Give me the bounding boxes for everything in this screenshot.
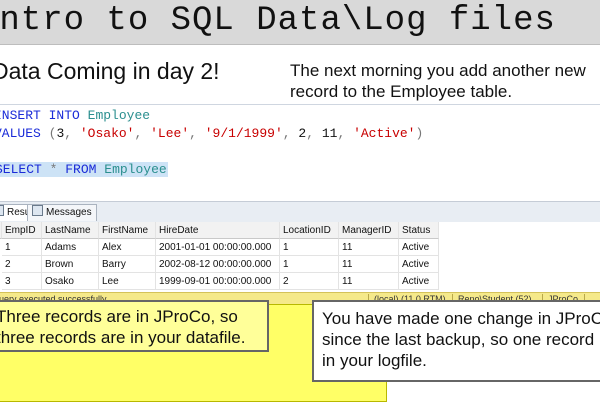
slide-title-bar: Intro to SQL Data\Log files bbox=[0, 0, 600, 45]
table-cell[interactable]: Osako bbox=[42, 273, 99, 290]
table-cell[interactable]: Lee bbox=[99, 273, 156, 290]
value-firstname: 'Lee' bbox=[150, 126, 190, 141]
comma: , bbox=[134, 126, 143, 141]
table-cell[interactable]: 11 bbox=[339, 239, 399, 256]
code-line-values: VALUES (3, 'Osako', 'Lee', '9/1/1999', 2… bbox=[0, 125, 423, 143]
column-header[interactable]: EmpID bbox=[2, 222, 42, 239]
table-cell[interactable]: Active bbox=[399, 256, 439, 273]
subtitle-right-line-2: record to the Employee table. bbox=[290, 82, 513, 101]
note-logfile-line-2: since the last backup, so one record bbox=[322, 330, 595, 349]
table-name-employee: Employee bbox=[87, 108, 151, 123]
comma: , bbox=[282, 126, 291, 141]
table-cell[interactable]: 1 bbox=[2, 239, 42, 256]
note-datafile-line-1: Three records are in JProCo, so bbox=[0, 307, 238, 326]
table-name-employee: Employee bbox=[104, 162, 167, 177]
table-cell[interactable]: 1 bbox=[280, 239, 339, 256]
keyword-values: VALUES bbox=[0, 126, 41, 141]
comma: , bbox=[189, 126, 197, 141]
results-tab-bar: Results Messages bbox=[0, 201, 600, 223]
table-cell[interactable]: 2 bbox=[2, 256, 42, 273]
table-cell[interactable]: Active bbox=[399, 239, 439, 256]
value-hiredate: '9/1/1999' bbox=[204, 126, 283, 141]
code-line-select: SELECT * FROM Employee bbox=[0, 161, 168, 179]
messages-icon bbox=[32, 205, 43, 216]
column-header[interactable]: FirstName bbox=[99, 222, 156, 239]
table-cell[interactable]: 11 bbox=[339, 273, 399, 290]
column-header[interactable]: LastName bbox=[42, 222, 99, 239]
comma: , bbox=[337, 126, 346, 141]
table-cell[interactable]: 2 bbox=[280, 273, 339, 290]
table-cell[interactable]: 11 bbox=[339, 256, 399, 273]
comma: , bbox=[64, 126, 73, 141]
column-header[interactable]: LocationID bbox=[280, 222, 339, 239]
slide-subtitle-right: The next morning you add another new rec… bbox=[290, 60, 600, 102]
note-logfile-line-1: You have made one change in JProCo bbox=[322, 309, 600, 328]
star: * bbox=[49, 162, 58, 177]
slide-subtitle-left: Data Coming in day 2! bbox=[0, 58, 220, 84]
column-header[interactable]: ManagerID bbox=[339, 222, 399, 239]
table-cell[interactable]: Brown bbox=[42, 256, 99, 273]
column-header[interactable]: Status bbox=[399, 222, 439, 239]
tab-messages[interactable]: Messages bbox=[27, 204, 97, 221]
results-grid[interactable]: EmpID LastName FirstName HireDate Locati… bbox=[0, 222, 600, 290]
tab-messages-label: Messages bbox=[46, 207, 92, 218]
table-cell[interactable]: Barry bbox=[99, 256, 156, 273]
table-cell[interactable]: 2002-08-12 00:00:00.000 bbox=[156, 256, 280, 273]
table-cell[interactable]: 1 bbox=[280, 256, 339, 273]
table-cell[interactable]: Alex bbox=[99, 239, 156, 256]
value-status: 'Active' bbox=[353, 126, 416, 141]
selected-query-text: SELECT * FROM Employee bbox=[0, 162, 168, 177]
table-cell[interactable]: 1999-09-01 00:00:00.000 bbox=[156, 273, 280, 290]
slide-title: Intro to SQL Data\Log files bbox=[0, 2, 556, 40]
table-cell[interactable]: Adams bbox=[42, 239, 99, 256]
column-header[interactable]: HireDate bbox=[156, 222, 280, 239]
keyword-insert-into: INSERT INTO bbox=[0, 108, 80, 123]
keyword-select: SELECT bbox=[0, 162, 42, 177]
value-lastname: 'Osako' bbox=[79, 126, 135, 141]
note-datafile: Three records are in JProCo, so three re… bbox=[0, 300, 269, 352]
table-cell[interactable]: Active bbox=[399, 273, 439, 290]
query-editor[interactable]: INSERT INTO Employee VALUES (3, 'Osako',… bbox=[0, 105, 423, 195]
ssms-query-window: INSERT INTO Employee VALUES (3, 'Osako',… bbox=[0, 104, 600, 306]
close-paren: ) bbox=[415, 126, 424, 141]
note-logfile-line-3: in your logfile. bbox=[322, 351, 427, 370]
grid-icon bbox=[0, 205, 4, 216]
value-managerid: 11 bbox=[321, 126, 338, 141]
note-logfile: You have made one change in JProCo since… bbox=[312, 300, 600, 382]
table-cell[interactable]: 3 bbox=[2, 273, 42, 290]
comma: , bbox=[306, 126, 315, 141]
subtitle-right-line-1: The next morning you add another new bbox=[290, 61, 586, 80]
code-line-insert: INSERT INTO Employee bbox=[0, 107, 150, 125]
keyword-from: FROM bbox=[65, 162, 97, 177]
table-cell[interactable]: 2001-01-01 00:00:00.000 bbox=[156, 239, 280, 256]
note-datafile-line-2: three records are in your datafile. bbox=[0, 328, 246, 347]
